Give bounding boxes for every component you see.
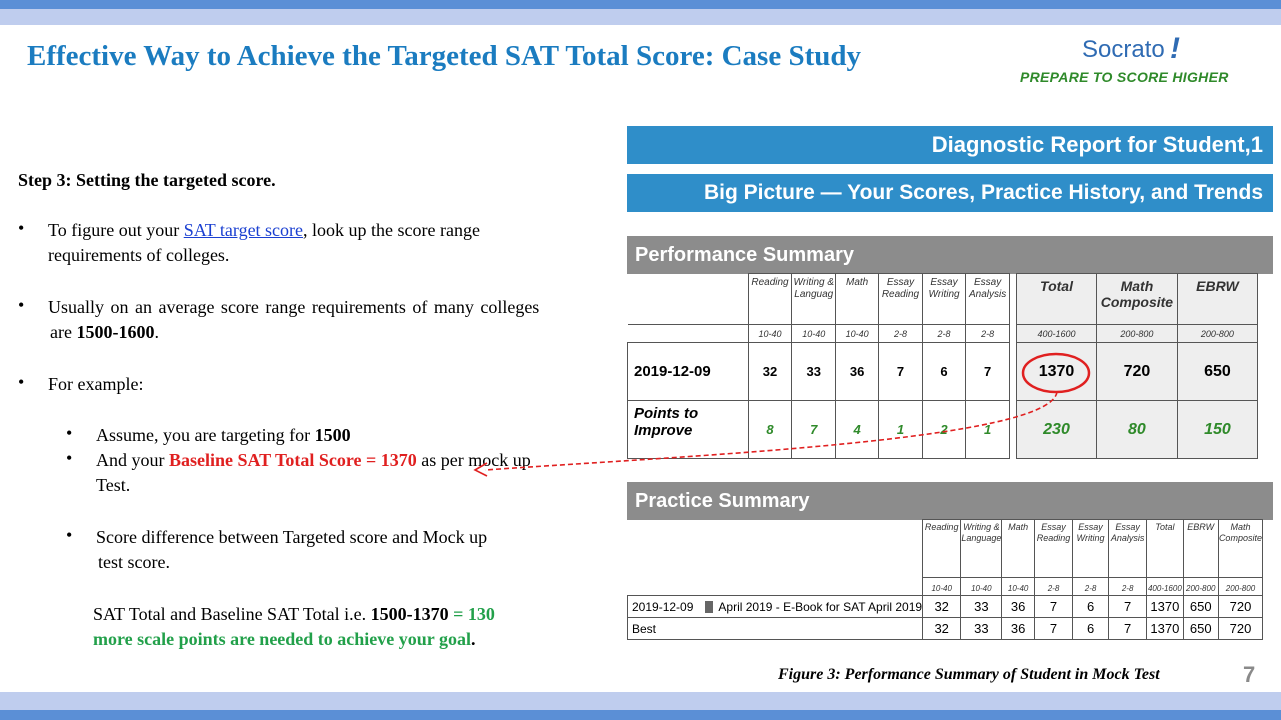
page-number: 7 bbox=[1243, 662, 1256, 687]
figure-caption: Figure 3: Performance Summary of Student… bbox=[778, 666, 1160, 683]
highlight-circle bbox=[1021, 352, 1091, 394]
annotation-overlay bbox=[473, 352, 1091, 477]
arrow-head bbox=[473, 462, 488, 477]
dashed-arrow bbox=[484, 391, 1058, 471]
